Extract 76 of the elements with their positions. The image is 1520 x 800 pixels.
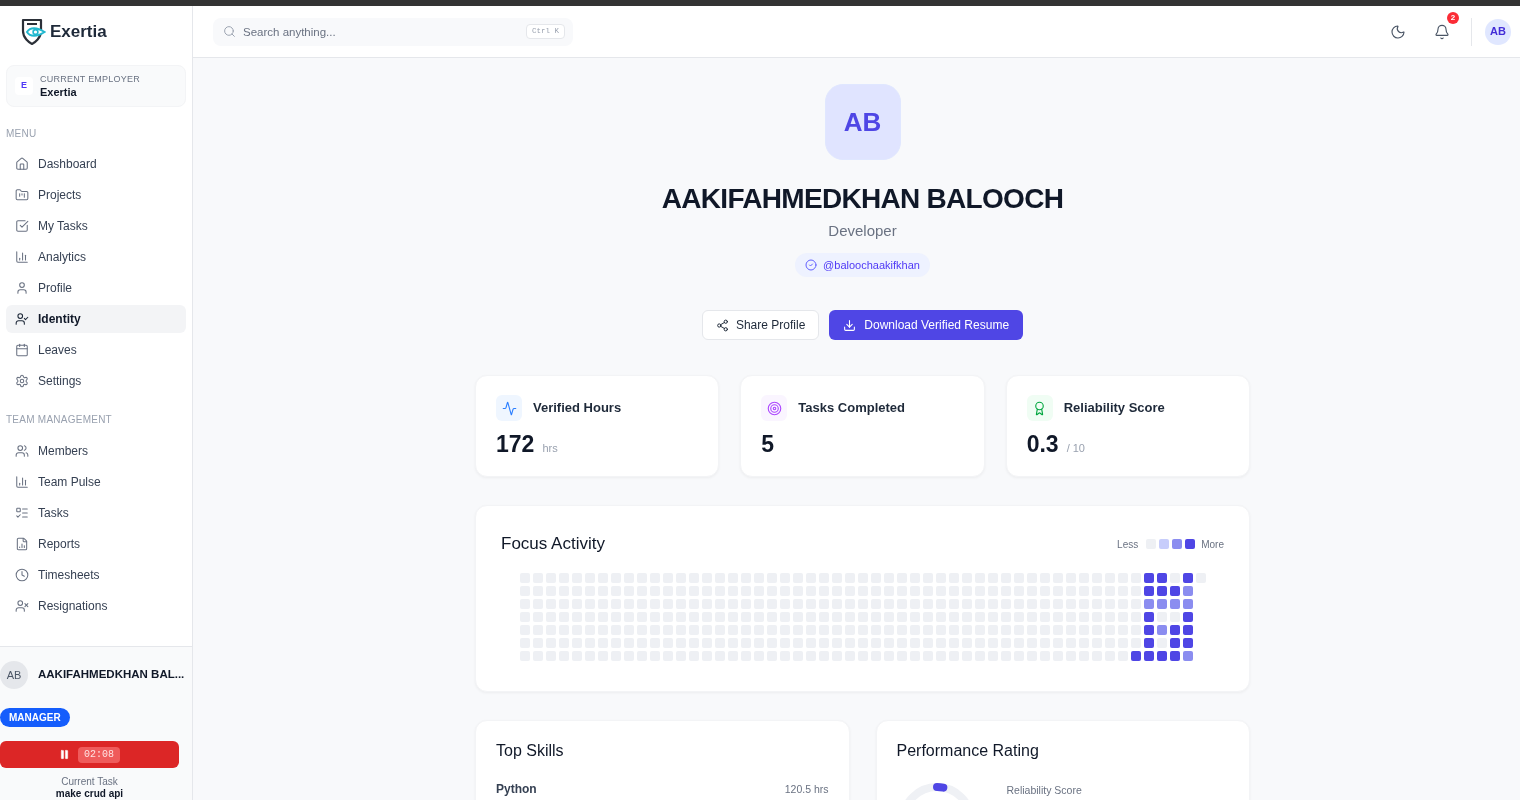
- search-icon: [223, 25, 236, 38]
- user-avatar[interactable]: AB: [1485, 18, 1511, 45]
- employer-name: Exertia: [40, 85, 78, 99]
- card-title: Focus Activity: [501, 533, 605, 555]
- card-title: Top Skills: [496, 741, 565, 761]
- stat-value: 0.3: [1026, 430, 1059, 458]
- section-heading: MENU: [5, 128, 38, 140]
- section-heading: TEAM MANAGEMENT: [5, 414, 113, 426]
- sidebar-nav-item[interactable]: Dashboard: [6, 150, 186, 178]
- stat-title: Reliability Score: [1063, 399, 1165, 418]
- employer-avatar: E: [15, 77, 33, 95]
- check-circle-icon: [805, 259, 818, 271]
- legend-more-label: More: [1201, 537, 1224, 552]
- card-title: Performance Rating: [896, 741, 1040, 761]
- profile-name: AAKIFAHMEDKHAN BALOOCH: [661, 182, 1064, 216]
- home-icon: [15, 157, 29, 171]
- folder-icon: [15, 188, 29, 202]
- timer-readout: 02:08: [78, 746, 120, 763]
- medal-icon: [1026, 395, 1053, 421]
- stat-title: Verified Hours: [533, 399, 622, 418]
- sidebar-nav-item[interactable]: Identity: [6, 305, 186, 333]
- profile-avatar: AB: [824, 84, 901, 160]
- user-icon: [15, 281, 29, 295]
- stat-title: Tasks Completed: [798, 399, 905, 418]
- employer-label: CURRENT EMPLOYER: [40, 73, 140, 85]
- share-profile-button[interactable]: Share Profile: [701, 310, 820, 340]
- current-task-name: make crud api: [55, 788, 124, 800]
- stat-unit: hrs: [542, 441, 558, 456]
- sidebar-nav-item[interactable]: Analytics: [6, 243, 186, 271]
- calendar-icon: [15, 343, 29, 357]
- download-icon: [843, 318, 857, 332]
- user-x-icon: [15, 599, 29, 613]
- profile-role: Developer: [828, 221, 897, 241]
- username-text: @baloochaakifkhan: [823, 257, 920, 273]
- stat-unit: / 10: [1066, 441, 1085, 456]
- skill-hours: 120.5 hrs: [784, 782, 829, 797]
- sidebar-nav-item[interactable]: Resignations: [6, 592, 186, 620]
- skill-name: Python: [496, 781, 537, 797]
- stat-value: 5: [761, 430, 775, 458]
- settings-icon: [15, 374, 29, 388]
- checklist-icon: [15, 506, 29, 520]
- shield-eye-logo-icon: [20, 17, 46, 46]
- brand-name: Exertia: [50, 23, 107, 40]
- pause-icon: [59, 749, 70, 760]
- sidebar-nav-item[interactable]: Members: [6, 437, 186, 465]
- sidebar-nav-item[interactable]: Settings: [6, 367, 186, 395]
- moon-icon[interactable]: [1390, 23, 1406, 40]
- sidebar-nav-item[interactable]: Leaves: [6, 336, 186, 364]
- user-avatar[interactable]: AB: [0, 661, 28, 689]
- user-check-icon: [15, 312, 29, 326]
- target-icon: [761, 395, 788, 421]
- share-icon: [715, 318, 729, 332]
- file-chart-icon: [15, 537, 29, 551]
- bar-chart-icon: [15, 475, 29, 489]
- sidebar-nav-item[interactable]: Reports: [6, 530, 186, 558]
- sidebar-nav-item[interactable]: Team Pulse: [6, 468, 186, 496]
- legend-less-label: Less: [1117, 537, 1139, 552]
- search-input[interactable]: Search anything...: [243, 21, 519, 42]
- bell-icon[interactable]: [1434, 23, 1450, 40]
- sidebar-nav-item[interactable]: My Tasks: [6, 212, 186, 240]
- stat-value: 172: [496, 430, 535, 458]
- sidebar-nav-item[interactable]: Profile: [6, 274, 186, 302]
- sidebar-nav-item[interactable]: Tasks: [6, 499, 186, 527]
- current-task-label: Current Task: [61, 776, 118, 788]
- gauge-metric-label: Reliability Score: [1006, 784, 1082, 797]
- bar-chart-icon: [15, 250, 29, 264]
- user-name: AAKIFAHMEDKHAN BAL...: [38, 667, 185, 683]
- sidebar-nav-item[interactable]: Projects: [6, 181, 186, 209]
- users-icon: [15, 444, 29, 458]
- role-badge: MANAGER: [0, 708, 70, 727]
- pulse-icon: [496, 395, 522, 421]
- sidebar-nav-item[interactable]: Timesheets: [6, 561, 186, 589]
- checkbox-icon: [15, 219, 29, 233]
- clock-icon: [15, 568, 29, 582]
- download-resume-button[interactable]: Download Verified Resume: [829, 310, 1024, 340]
- notification-count: 2: [1447, 11, 1459, 24]
